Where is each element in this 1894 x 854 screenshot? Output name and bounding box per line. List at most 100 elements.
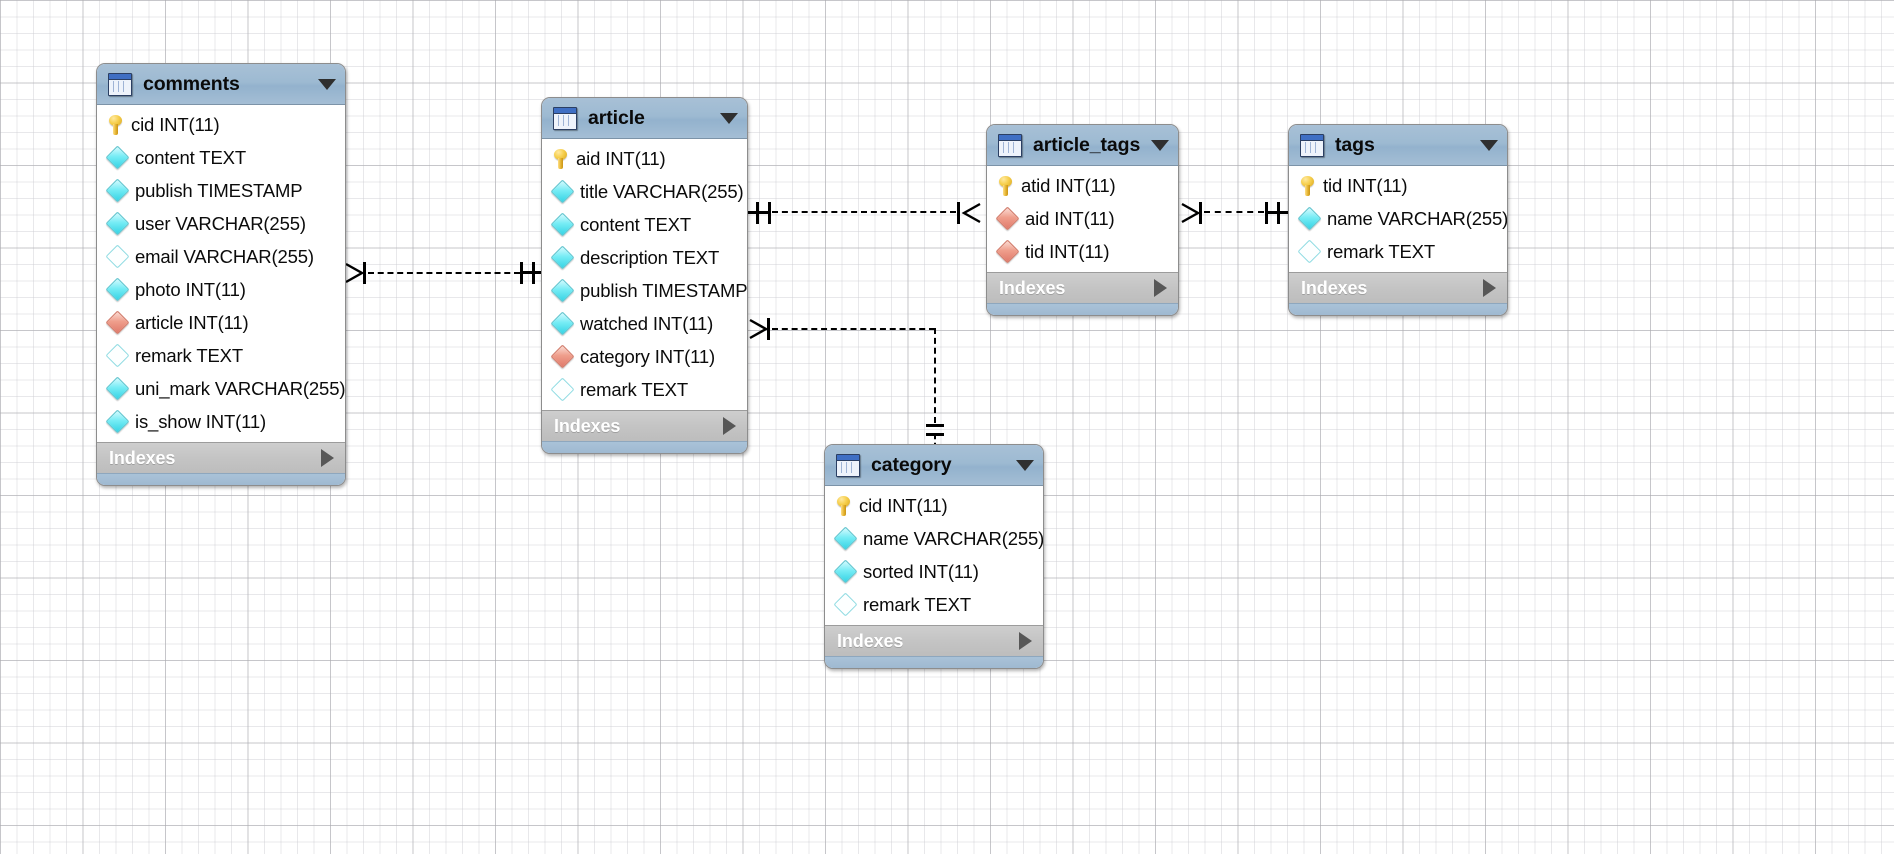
diamond-icon	[105, 277, 130, 302]
column-label: user VARCHAR(255)	[135, 212, 306, 234]
table-card-article_tags[interactable]: article_tags atid INT(11) aid INT(11) ti…	[986, 124, 1179, 316]
crowfoot-many-article-cat	[749, 318, 769, 340]
table-icon	[836, 453, 860, 477]
table-row[interactable]: cid INT(11)	[97, 108, 345, 141]
column-label: category INT(11)	[580, 345, 716, 367]
key-icon	[837, 495, 850, 516]
chevron-down-icon[interactable]	[318, 78, 336, 90]
table-row[interactable]: description TEXT	[542, 241, 747, 274]
triangle-right-icon[interactable]	[1154, 279, 1167, 297]
indexes-footer-article[interactable]: Indexes	[542, 410, 747, 441]
column-label: publish TIMESTAMP	[135, 179, 303, 201]
table-row[interactable]: remark TEXT	[542, 373, 747, 406]
table-header-article[interactable]: article	[542, 98, 747, 139]
bar-one-article-d	[768, 202, 771, 224]
triangle-right-icon[interactable]	[321, 449, 334, 467]
table-row[interactable]: watched INT(11)	[542, 307, 747, 340]
table-row[interactable]: publish TIMESTAMP	[97, 174, 345, 207]
table-row[interactable]: tid INT(11)	[987, 235, 1178, 268]
chevron-down-icon[interactable]	[1151, 139, 1169, 151]
table-row[interactable]: uni_mark VARCHAR(255)	[97, 372, 345, 405]
column-label: is_show INT(11)	[135, 410, 267, 432]
diamond-icon	[105, 244, 130, 269]
indexes-footer-article_tags[interactable]: Indexes	[987, 272, 1178, 303]
column-label: watched INT(11)	[580, 312, 714, 334]
table-card-comments[interactable]: comments cid INT(11) content TEXT publis…	[96, 63, 346, 486]
indexes-footer-tags[interactable]: Indexes	[1289, 272, 1507, 303]
table-row[interactable]: title VARCHAR(255)	[542, 175, 747, 208]
table-row[interactable]: category INT(11)	[542, 340, 747, 373]
connector-stub	[523, 271, 532, 274]
diamond-icon	[105, 376, 130, 401]
column-label: content TEXT	[135, 146, 246, 168]
table-header-tags[interactable]: tags	[1289, 125, 1507, 166]
chevron-down-icon[interactable]	[1016, 459, 1034, 471]
card-bottom-strip	[987, 303, 1178, 315]
diamond-icon	[550, 311, 575, 336]
table-card-category[interactable]: category cid INT(11) name VARCHAR(255) s…	[824, 444, 1044, 669]
column-label: remark TEXT	[580, 378, 688, 400]
key-icon	[109, 114, 122, 135]
table-row[interactable]: is_show INT(11)	[97, 405, 345, 438]
table-row[interactable]: user VARCHAR(255)	[97, 207, 345, 240]
connector-stub-3	[748, 211, 756, 214]
indexes-label: Indexes	[837, 630, 904, 651]
table-row[interactable]: remark TEXT	[1289, 235, 1507, 268]
table-row[interactable]: tid INT(11)	[1289, 169, 1507, 202]
diamond-fk-icon	[105, 310, 130, 335]
table-row[interactable]: email VARCHAR(255)	[97, 240, 345, 273]
table-header-category[interactable]: category	[825, 445, 1043, 486]
table-icon	[998, 133, 1022, 157]
table-row[interactable]: article INT(11)	[97, 306, 345, 339]
column-label: email VARCHAR(255)	[135, 245, 314, 267]
er-diagram-canvas[interactable]: comments cid INT(11) content TEXT publis…	[0, 0, 1894, 854]
table-row[interactable]: aid INT(11)	[987, 202, 1178, 235]
relationship-line-4	[772, 328, 935, 330]
table-row[interactable]: sorted INT(11)	[825, 555, 1043, 588]
diamond-icon	[833, 592, 858, 617]
table-columns-category: cid INT(11) name VARCHAR(255) sorted INT…	[825, 486, 1043, 625]
relationship-line-3	[1204, 211, 1264, 213]
table-row[interactable]: photo INT(11)	[97, 273, 345, 306]
table-row[interactable]: content TEXT	[97, 141, 345, 174]
diamond-icon	[550, 377, 575, 402]
table-title: category	[871, 453, 952, 476]
indexes-footer-comments[interactable]: Indexes	[97, 442, 345, 473]
indexes-label: Indexes	[554, 415, 621, 436]
triangle-right-icon[interactable]	[723, 417, 736, 435]
relationship-line-2	[772, 211, 956, 213]
chevron-down-icon[interactable]	[720, 112, 738, 124]
column-label: name VARCHAR(255)	[863, 527, 1044, 549]
column-label: name VARCHAR(255)	[1327, 207, 1508, 229]
bar-one-article-cat	[767, 318, 770, 340]
table-row[interactable]: cid INT(11)	[825, 489, 1043, 522]
card-bottom-strip	[1289, 303, 1507, 315]
table-header-article_tags[interactable]: article_tags	[987, 125, 1178, 166]
triangle-right-icon[interactable]	[1483, 279, 1496, 297]
table-row[interactable]: atid INT(11)	[987, 169, 1178, 202]
table-card-tags[interactable]: tags tid INT(11) name VARCHAR(255) remar…	[1288, 124, 1508, 316]
indexes-footer-category[interactable]: Indexes	[825, 625, 1043, 656]
card-bottom-strip	[97, 473, 345, 485]
table-row[interactable]: aid INT(11)	[542, 142, 747, 175]
column-label: aid INT(11)	[1025, 207, 1115, 229]
key-icon	[554, 148, 567, 169]
card-bottom-strip	[825, 656, 1043, 668]
crowfoot-many-articletags-left	[961, 202, 981, 224]
table-row[interactable]: content TEXT	[542, 208, 747, 241]
table-row[interactable]: remark TEXT	[825, 588, 1043, 621]
triangle-right-icon[interactable]	[1019, 632, 1032, 650]
indexes-label: Indexes	[109, 447, 176, 468]
column-label: cid INT(11)	[131, 113, 220, 135]
table-row[interactable]: remark TEXT	[97, 339, 345, 372]
diamond-icon	[833, 526, 858, 551]
table-row[interactable]: name VARCHAR(255)	[1289, 202, 1507, 235]
table-row[interactable]: publish TIMESTAMP	[542, 274, 747, 307]
table-title: tags	[1335, 133, 1375, 156]
table-row[interactable]: name VARCHAR(255)	[825, 522, 1043, 555]
column-label: atid INT(11)	[1021, 174, 1116, 196]
chevron-down-icon[interactable]	[1480, 139, 1498, 151]
table-header-comments[interactable]: comments	[97, 64, 345, 105]
table-card-article[interactable]: article aid INT(11) title VARCHAR(255) c…	[541, 97, 748, 454]
bar-one-articletags-r	[1199, 202, 1202, 224]
